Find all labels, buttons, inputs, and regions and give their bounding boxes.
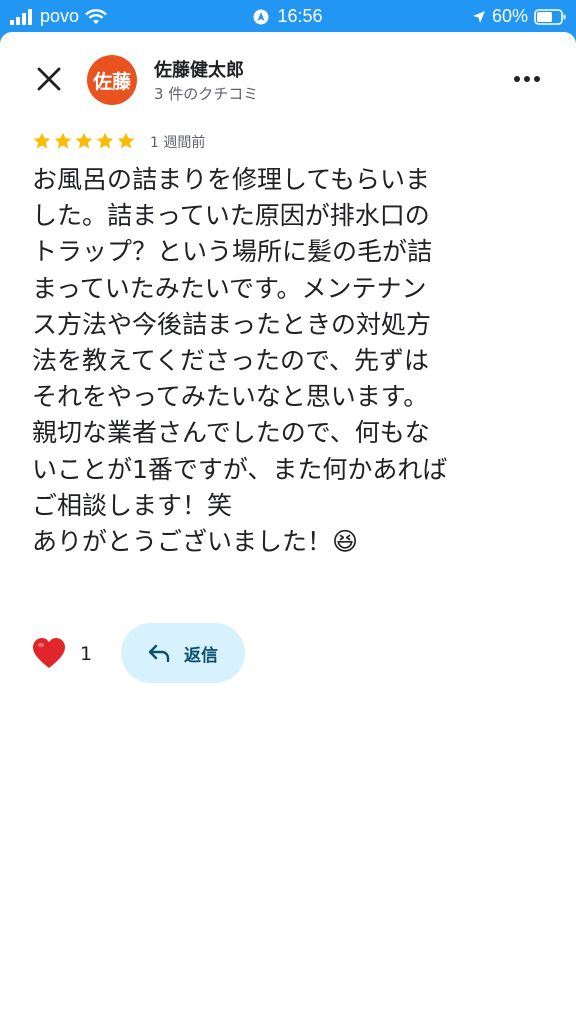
review-line: それをやってみたいなと思います。 bbox=[32, 382, 429, 412]
location-icon bbox=[253, 9, 269, 24]
review-line: トラップ？という場所に髪の毛が詰 bbox=[32, 237, 433, 267]
like-button[interactable] bbox=[31, 636, 67, 672]
review-text: お風呂の詰まりを修理してもらいま した。詰まっていた原因が排水口の トラップ？という… bbox=[32, 162, 552, 560]
author-name[interactable]: 佐藤健太郎 bbox=[154, 56, 244, 82]
review-line: 法を教えてくださったので、先ずは bbox=[32, 346, 430, 376]
heart-icon bbox=[33, 638, 65, 668]
battery-icon bbox=[534, 8, 566, 25]
review-line: まっていたみたいです。メンテナン bbox=[32, 273, 427, 303]
status-bar: povo 16:56 60% bbox=[0, 0, 576, 32]
star-icon bbox=[75, 132, 93, 149]
navigation-arrow-icon bbox=[472, 10, 485, 23]
star-icon bbox=[117, 132, 135, 149]
review-line: ご相談します！笑 bbox=[32, 490, 233, 520]
more-options-icon bbox=[514, 76, 540, 82]
star-icon bbox=[54, 132, 72, 149]
review-line: ス方法や今後詰まったときの対処方 bbox=[32, 309, 432, 339]
close-icon bbox=[37, 67, 61, 91]
review-line: 親切な業者さんでしたので、何もな bbox=[32, 418, 430, 448]
review-line: いことが1番ですが、また何かあれば bbox=[32, 454, 448, 484]
star-rating bbox=[32, 131, 136, 151]
reply-button[interactable]: 返信 bbox=[121, 623, 245, 683]
like-count: 1 bbox=[80, 643, 93, 665]
star-icon bbox=[33, 132, 51, 149]
battery-percent: 60% bbox=[491, 6, 528, 26]
reply-label: 返信 bbox=[184, 645, 218, 666]
review-time: 1 週間前 bbox=[150, 135, 206, 151]
review-line: お風呂の詰まりを修理してもらいま bbox=[32, 165, 431, 194]
clock: 16:56 bbox=[277, 6, 323, 26]
close-button[interactable] bbox=[34, 64, 64, 94]
more-options-button[interactable] bbox=[510, 64, 544, 94]
star-icon bbox=[96, 132, 114, 149]
reply-icon bbox=[148, 644, 170, 663]
avatar[interactable]: 佐藤 bbox=[87, 55, 137, 105]
review-line: ありがとうございました！😆 bbox=[32, 527, 359, 557]
review-count: 3 件のクチコミ bbox=[154, 85, 259, 103]
status-right: 60% bbox=[472, 6, 566, 27]
review-line: した。詰まっていた原因が排水口の bbox=[32, 201, 430, 231]
